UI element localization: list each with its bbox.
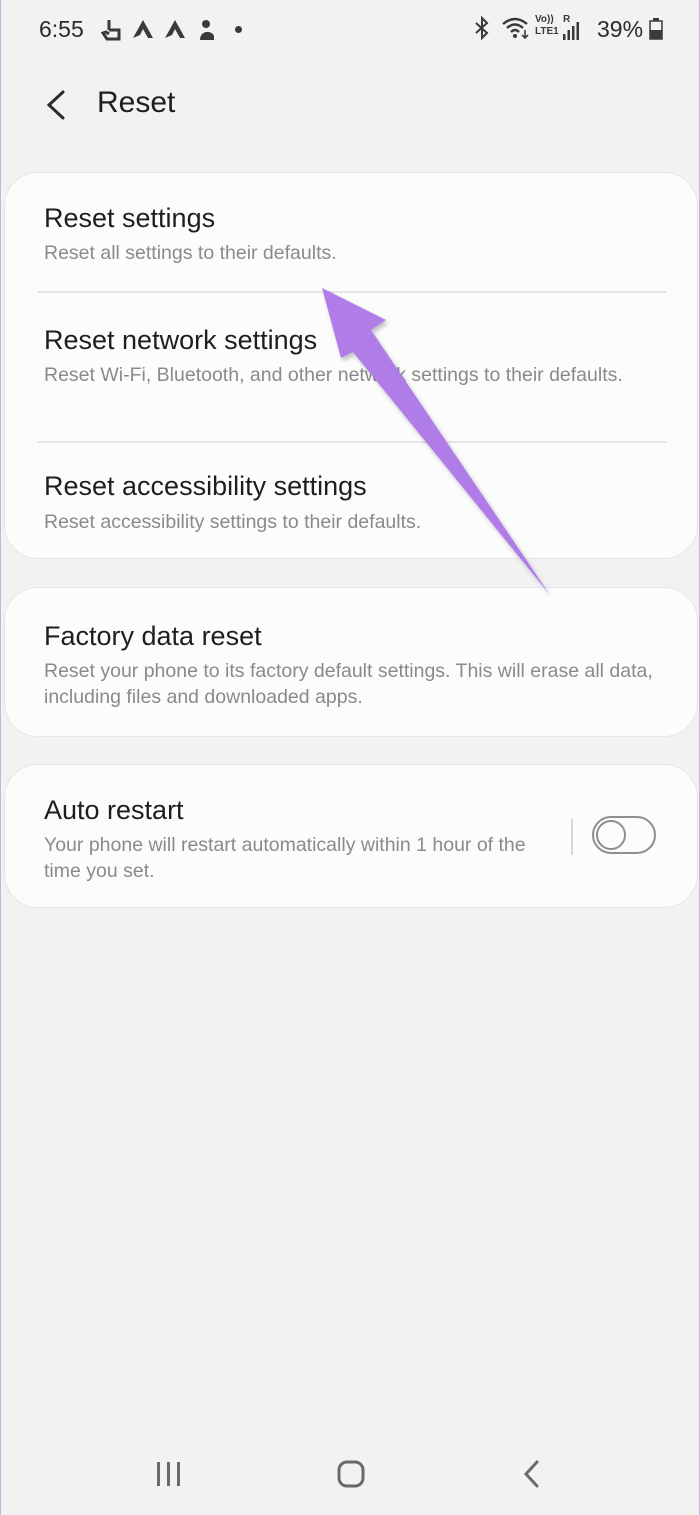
item-description: Reset Wi-Fi, Bluetooth, and other networ…: [44, 364, 623, 386]
auto-restart-item[interactable]: Auto restart Your phone will restart aut…: [5, 765, 545, 909]
bluetooth-icon: [475, 16, 489, 40]
item-title: Reset network settings: [44, 325, 318, 355]
navigation-bar: [1, 1440, 700, 1510]
item-title: Reset settings: [44, 203, 216, 233]
app-a-icon: [165, 20, 185, 38]
battery-percent: 39%: [597, 16, 644, 42]
lte-label: LTE1: [535, 26, 559, 37]
back-icon: [523, 1460, 539, 1488]
reset-options-card: Reset settings Reset all settings to the…: [4, 172, 698, 559]
volte-label: Vo)): [535, 14, 554, 25]
recent-apps-button[interactable]: [139, 1454, 199, 1494]
reset-accessibility-settings-item[interactable]: Reset accessibility settings Reset acces…: [5, 443, 699, 559]
toggle-knob: [596, 820, 626, 850]
app-hand-icon: [200, 20, 214, 40]
item-title: Auto restart: [44, 795, 184, 825]
signal-icon: [563, 22, 579, 40]
item-description: Reset accessibility settings to their de…: [44, 511, 422, 533]
wifi-icon: [502, 17, 529, 40]
nav-back-button[interactable]: [503, 1454, 563, 1494]
reset-settings-item[interactable]: Reset settings Reset all settings to the…: [5, 173, 699, 291]
battery-icon: [649, 18, 663, 40]
item-title: Factory data reset: [44, 621, 262, 651]
item-title: Reset accessibility settings: [44, 471, 367, 501]
recent-apps-icon: [157, 1462, 180, 1486]
vertical-separator: [571, 819, 573, 855]
status-bar: 6:55 Vo)) LTE1 R 39%: [1, 0, 700, 60]
volte-lte-icon: Vo)) LTE1: [535, 14, 565, 40]
item-description: Reset your phone to its factory default …: [44, 660, 653, 708]
touch-icon: [101, 20, 121, 41]
page-title: Reset: [97, 86, 176, 119]
item-description: Your phone will restart automatically wi…: [44, 834, 526, 882]
back-button[interactable]: [39, 84, 79, 128]
more-notifications-dot: [235, 26, 242, 33]
home-icon: [337, 1460, 365, 1488]
home-button[interactable]: [321, 1454, 381, 1494]
factory-reset-card: Factory data reset Reset your phone to i…: [4, 587, 698, 737]
reset-network-settings-item[interactable]: Reset network settings Reset Wi-Fi, Blue…: [5, 293, 699, 441]
auto-restart-card: Auto restart Your phone will restart aut…: [4, 764, 698, 908]
chevron-left-icon: [46, 90, 65, 120]
app-a-icon: [133, 20, 153, 38]
status-time: 6:55: [39, 16, 84, 42]
factory-data-reset-item[interactable]: Factory data reset Reset your phone to i…: [5, 588, 699, 738]
auto-restart-toggle[interactable]: [592, 816, 656, 854]
item-description: Reset all settings to their defaults.: [44, 242, 337, 264]
